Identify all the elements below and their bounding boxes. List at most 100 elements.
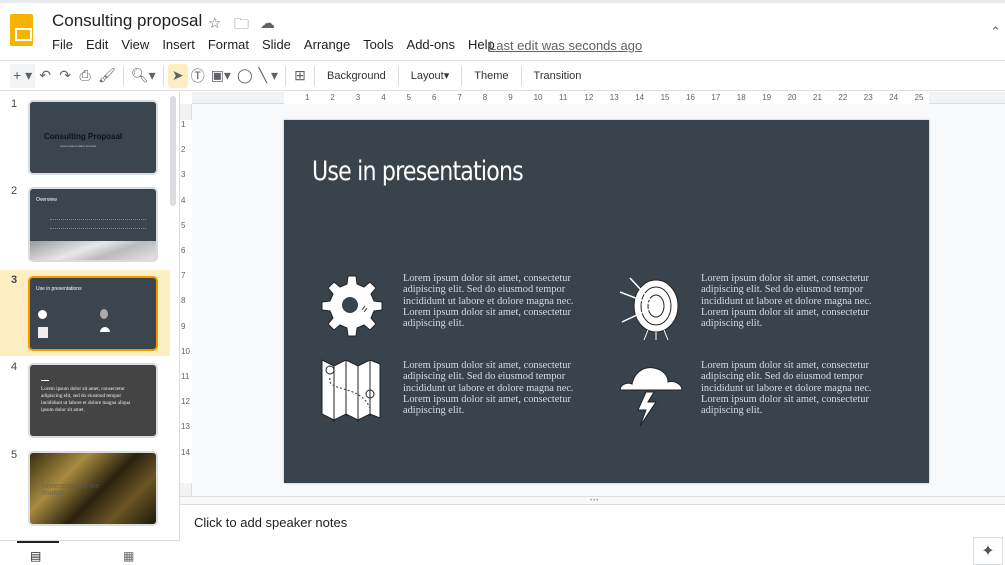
- ruler-label: 11: [559, 93, 568, 102]
- ruler-label: 5: [406, 93, 412, 102]
- cloud-saved-icon[interactable]: ☁: [260, 14, 275, 32]
- ruler-label: 8: [181, 296, 186, 306]
- menu-view[interactable]: View: [121, 37, 149, 52]
- layout-label: Layout: [410, 69, 444, 82]
- slide-number: 3: [11, 274, 18, 286]
- menu-edit[interactable]: Edit: [86, 37, 108, 52]
- menu-tools[interactable]: Tools: [363, 37, 393, 52]
- speaker-notes[interactable]: Click to add speaker notes: [194, 515, 347, 530]
- notes-resize-handle[interactable]: •••: [180, 496, 1005, 505]
- print-icon[interactable]: ⎙: [75, 64, 95, 88]
- move-folder-icon[interactable]: 🗀: [234, 14, 249, 39]
- thumb-title: Understanding the market: [42, 483, 100, 497]
- ruler-label: 18: [736, 93, 746, 102]
- divider: [313, 65, 315, 86]
- ruler-label: 13: [181, 422, 190, 432]
- slide[interactable]: Use in presentations Lorem ipsum dolor s…: [284, 120, 929, 483]
- menu-format[interactable]: Format: [208, 37, 249, 52]
- thumb-text-lines: [50, 219, 146, 229]
- star-icon[interactable]: ☆: [208, 14, 221, 32]
- grid-view-icon[interactable]: ▦: [123, 549, 134, 563]
- menu-bar: File Edit View Insert Format Slide Arran…: [52, 37, 508, 52]
- zoom-icon[interactable]: 🔍︎▾: [128, 64, 159, 88]
- menu-arrange[interactable]: Arrange: [304, 37, 350, 52]
- ruler-label: 7: [181, 271, 186, 281]
- thumb-target: [100, 309, 108, 319]
- ruler-label: 7: [457, 93, 462, 102]
- filmstrip-scrollbar[interactable]: [170, 96, 176, 206]
- thumb-subtitle: Lorem ipsum dolor sit amet: [60, 144, 97, 148]
- insert-image-icon[interactable]: ▣▾: [208, 64, 234, 88]
- slide-thumbnail-3[interactable]: 3 Use in presentations: [0, 270, 170, 356]
- menu-slide[interactable]: Slide: [262, 37, 291, 52]
- shape-icon[interactable]: ◯: [234, 64, 256, 88]
- ruler-label: 17: [711, 93, 721, 102]
- thumb-text: Lorem ipsum dolor sit amet, consectetur …: [41, 386, 131, 413]
- slide-thumbnail-5[interactable]: 5 Understanding the market: [0, 445, 170, 531]
- thumb-title: Overview: [36, 197, 57, 203]
- ruler-label: 6: [432, 93, 437, 102]
- ruler-label: 12: [181, 397, 190, 407]
- last-edit-link[interactable]: Last edit was seconds ago: [489, 38, 642, 53]
- menu-addons[interactable]: Add-ons: [407, 37, 455, 52]
- ruler-label: 15: [660, 93, 670, 102]
- explore-icon[interactable]: ✦: [973, 537, 1003, 565]
- body-text[interactable]: Lorem ipsum dolor sit amet, consectetur …: [403, 273, 583, 329]
- divider: [284, 65, 286, 86]
- thumb-snow-image: [30, 241, 156, 260]
- thumb-gear: [38, 310, 47, 319]
- thumbnail: Use in presentations: [28, 276, 158, 351]
- slide-thumbnail-1[interactable]: 1 Consulting Proposal Lorem ipsum dolor …: [0, 94, 170, 180]
- ruler-label: 14: [181, 447, 190, 457]
- slide-thumbnail-4[interactable]: 4 Lorem ipsum dolor sit amet, consectetu…: [0, 357, 170, 443]
- background-button[interactable]: Background: [319, 64, 394, 88]
- body-text[interactable]: Lorem ipsum dolor sit amet, consectetur …: [701, 360, 881, 416]
- ruler-label: 22: [838, 93, 848, 102]
- ruler-label: 2: [181, 145, 186, 155]
- storm-cloud-icon: [619, 367, 683, 427]
- divider: [162, 65, 164, 86]
- filmstrip-view-icon[interactable]: ▤: [30, 549, 41, 563]
- ruler-label: 25: [914, 93, 924, 102]
- theme-button[interactable]: Theme: [466, 64, 516, 88]
- body-text[interactable]: Lorem ipsum dolor sit amet, consectetur …: [403, 360, 583, 416]
- redo-icon[interactable]: ↷: [55, 64, 75, 88]
- filmstrip-view-switcher: ▤ ▦: [0, 540, 180, 565]
- map-icon: [321, 359, 381, 422]
- ruler-label: 3: [181, 170, 186, 180]
- thumbnail: Consulting Proposal Lorem ipsum dolor si…: [28, 100, 158, 175]
- ruler-label: 23: [863, 93, 873, 102]
- collapse-menus-icon[interactable]: ⌃: [990, 24, 1001, 40]
- paint-format-icon[interactable]: 🖌: [95, 64, 119, 88]
- thumbnail: Understanding the market: [28, 451, 158, 526]
- slide-title[interactable]: Use in presentations: [312, 156, 524, 187]
- thumb-title: Use in presentations: [36, 286, 82, 292]
- thumbnail: Overview: [28, 187, 158, 262]
- menu-file[interactable]: File: [52, 37, 73, 52]
- ruler-label: 3: [355, 93, 361, 102]
- ruler-label: 13: [609, 93, 619, 102]
- layout-button[interactable]: Layout ▾: [403, 64, 458, 88]
- gear-icon: [321, 275, 383, 337]
- ruler-label: 4: [381, 93, 386, 102]
- thumb-accent-line: [41, 380, 49, 381]
- transition-button[interactable]: Transition: [526, 64, 590, 88]
- line-icon[interactable]: ╲ ▾: [256, 64, 281, 88]
- slide-thumbnail-2[interactable]: 2 Overview: [0, 181, 170, 267]
- slides-logo-icon[interactable]: [10, 14, 33, 46]
- ruler-label: 16: [686, 93, 695, 102]
- body-text[interactable]: Lorem ipsum dolor sit amet, consectetur …: [701, 273, 881, 329]
- slide-number: 4: [11, 361, 18, 373]
- new-slide-button[interactable]: + ▾: [10, 63, 36, 88]
- ruler-label: 1: [305, 93, 310, 102]
- comment-icon[interactable]: ⊞: [290, 64, 310, 88]
- slide-number: 5: [11, 449, 18, 461]
- divider: [461, 65, 463, 86]
- ruler-label: 21: [813, 93, 822, 102]
- ruler-label: 6: [181, 246, 186, 255]
- ruler-label: 19: [762, 93, 772, 102]
- undo-icon[interactable]: ↶: [35, 64, 55, 88]
- top-border: [0, 0, 1005, 3]
- divider: [520, 65, 522, 86]
- ruler-label: 8: [482, 93, 488, 102]
